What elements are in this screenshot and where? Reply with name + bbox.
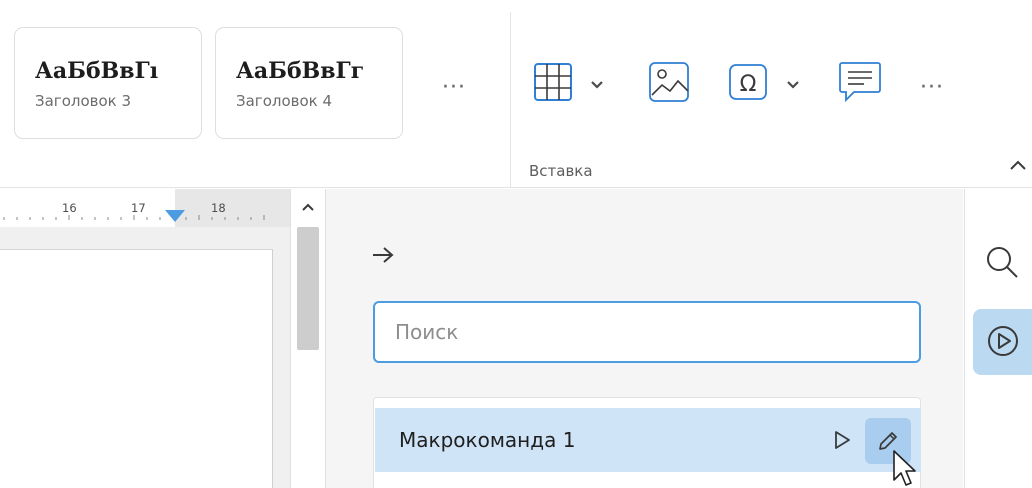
insert-comment-button[interactable] [838,60,884,106]
comment-icon [839,62,881,103]
style-heading-3[interactable]: АаБбВвГı Заголовок 3 [14,27,202,139]
insert-table-button[interactable] [534,63,580,103]
insert-symbol-button[interactable]: Ω [728,63,770,103]
more-insert-button[interactable]: ··· [920,77,944,99]
svg-text:Ω: Ω [740,72,757,97]
chevron-down-icon[interactable] [786,80,800,90]
macros-list: Макрокоманда 1 [373,397,921,488]
style-preview: АаБбВвГг [236,58,365,84]
ruler-number: 16 [62,201,77,215]
play-circle-icon [988,326,1018,356]
document-area: 16 17 18 [0,189,324,488]
image-icon [649,62,689,102]
run-macro-button[interactable] [827,425,857,455]
search-input[interactable]: Поиск [373,301,921,363]
collapse-ribbon-icon[interactable] [1008,158,1028,172]
ruler-number: 17 [131,201,146,215]
style-name: Заголовок 3 [35,92,132,110]
macro-name: Макрокоманда 1 [399,428,576,452]
insert-image-button[interactable] [648,61,692,105]
side-toolbar [964,189,1032,488]
special-character-icon: Ω [729,64,767,100]
list-item[interactable]: Макрокоманда 1 [375,408,921,472]
style-name: Заголовок 4 [236,92,333,110]
group-divider [510,12,511,188]
scrollbar-thumb[interactable] [297,227,319,350]
mouse-cursor-icon [893,450,916,486]
table-icon [534,63,572,101]
scroll-up-icon[interactable] [300,201,316,213]
horizontal-ruler[interactable]: 16 17 18 [0,189,290,227]
macros-panel: Поиск Макрокоманда 1 [325,189,963,488]
arrow-right-icon[interactable] [370,244,396,266]
right-indent-marker-icon[interactable] [164,209,186,223]
style-heading-4[interactable]: АаБбВвГг Заголовок 4 [215,27,403,139]
macros-panel-button[interactable] [973,309,1032,375]
ruler-number: 18 [211,201,226,215]
ribbon: АаБбВвГı Заголовок 3 АаБбВвГг Заголовок … [0,0,1032,188]
search-icon[interactable] [985,245,1019,279]
document-page[interactable] [0,249,273,488]
style-preview: АаБбВвГı [35,58,159,84]
more-styles-button[interactable]: ··· [442,77,466,99]
vertical-scrollbar[interactable] [290,189,324,488]
insert-group-label: Вставка [529,162,593,180]
play-icon [835,431,850,449]
chevron-down-icon[interactable] [590,80,604,90]
